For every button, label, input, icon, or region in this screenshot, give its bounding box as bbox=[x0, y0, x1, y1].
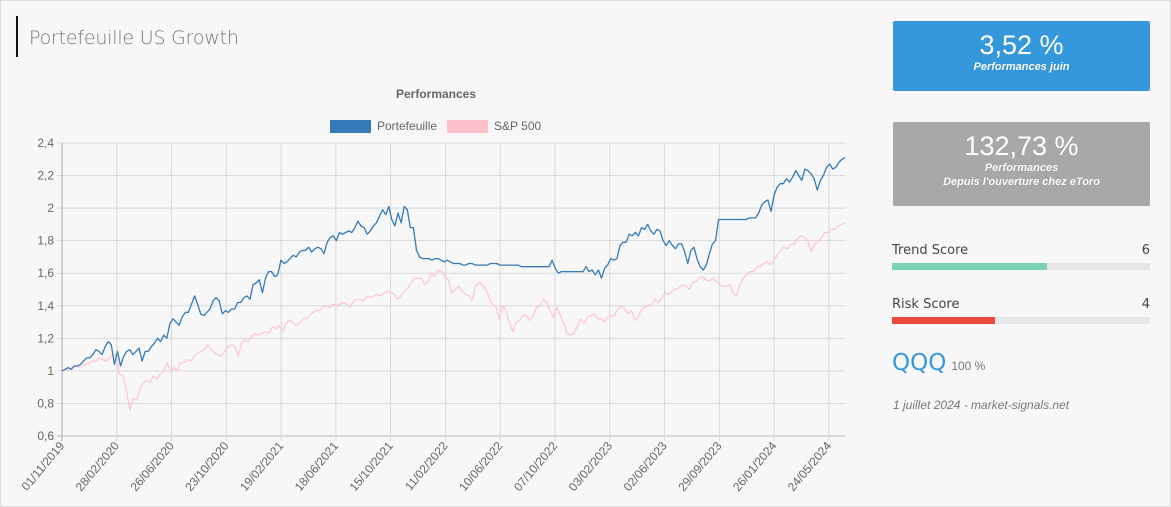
y-tick-label: 1 bbox=[47, 364, 54, 378]
x-tick-label: 23/10/2020 bbox=[182, 439, 232, 494]
trend-score-fill bbox=[892, 263, 1047, 270]
x-tick-label: 02/06/2023 bbox=[621, 439, 671, 494]
x-tick-label: 18/06/2021 bbox=[292, 439, 342, 494]
risk-score-label: Risk Score bbox=[892, 297, 960, 312]
monthly-performance-card: 3,52 % Performances juin bbox=[893, 21, 1150, 91]
x-tick-label: 07/10/2022 bbox=[511, 439, 561, 494]
x-tick-label: 28/02/2020 bbox=[73, 439, 123, 494]
x-tick-label: 29/09/2023 bbox=[675, 439, 725, 494]
monthly-performance-label: Performances juin bbox=[973, 61, 1070, 73]
x-tick-label: 19/02/2021 bbox=[237, 439, 287, 494]
x-tick-label: 10/06/2022 bbox=[456, 439, 506, 494]
trend-score-bar bbox=[892, 263, 1150, 270]
x-tick-label: 01/11/2019 bbox=[19, 439, 68, 494]
performance-chart: 2,4 2,2 2 1,8 1,6 1,4 1,2 1 0,8 0,601/11/2019 28/0… bbox=[19, 136, 846, 494]
y-tick-label: 2,2 bbox=[37, 169, 54, 183]
total-performance-label-2: Depuis l'ouverture chez eToro bbox=[943, 176, 1100, 188]
x-tick-label: 11/02/2022 bbox=[402, 439, 451, 494]
y-tick-label: 2,4 bbox=[37, 136, 54, 150]
holding: QQQ 100 % bbox=[892, 350, 985, 376]
trend-score: Trend Score 6 bbox=[892, 243, 1150, 270]
y-tick-label: 0,6 bbox=[37, 429, 54, 443]
trend-score-value: 6 bbox=[1141, 243, 1150, 258]
trend-score-label: Trend Score bbox=[892, 243, 969, 258]
x-tick-label: 03/02/2023 bbox=[566, 439, 616, 494]
series-line-portefeuille bbox=[61, 157, 846, 372]
x-tick-label: 15/10/2021 bbox=[347, 439, 397, 494]
y-tick-label: 1,2 bbox=[37, 331, 54, 345]
footer-date-source: 1 juillet 2024 - market-signals.net bbox=[893, 398, 1070, 412]
x-tick-label: 26/01/2024 bbox=[730, 439, 780, 494]
series-line-sp500 bbox=[61, 222, 846, 411]
holding-symbol[interactable]: QQQ bbox=[892, 350, 946, 376]
holding-weight: 100 % bbox=[951, 359, 986, 373]
y-tick-label: 1,4 bbox=[37, 299, 54, 313]
y-tick-label: 1,8 bbox=[37, 234, 54, 248]
risk-score: Risk Score 4 bbox=[892, 297, 1150, 324]
total-performance-label-1: Performances bbox=[984, 162, 1059, 174]
y-tick-label: 0,8 bbox=[37, 396, 54, 410]
total-performance-value: 132,73 % bbox=[964, 131, 1079, 161]
total-performance-card: 132,73 % Performances Depuis l'ouverture… bbox=[893, 122, 1150, 206]
monthly-performance-value: 3,52 % bbox=[979, 30, 1064, 60]
x-tick-label: 26/06/2020 bbox=[128, 439, 178, 494]
x-tick-label: 24/05/2024 bbox=[785, 439, 835, 494]
risk-score-bar bbox=[892, 317, 1150, 324]
y-tick-label: 2 bbox=[47, 201, 54, 215]
risk-score-value: 4 bbox=[1141, 297, 1150, 312]
y-tick-label: 1,6 bbox=[37, 266, 54, 280]
risk-score-fill bbox=[892, 317, 996, 324]
